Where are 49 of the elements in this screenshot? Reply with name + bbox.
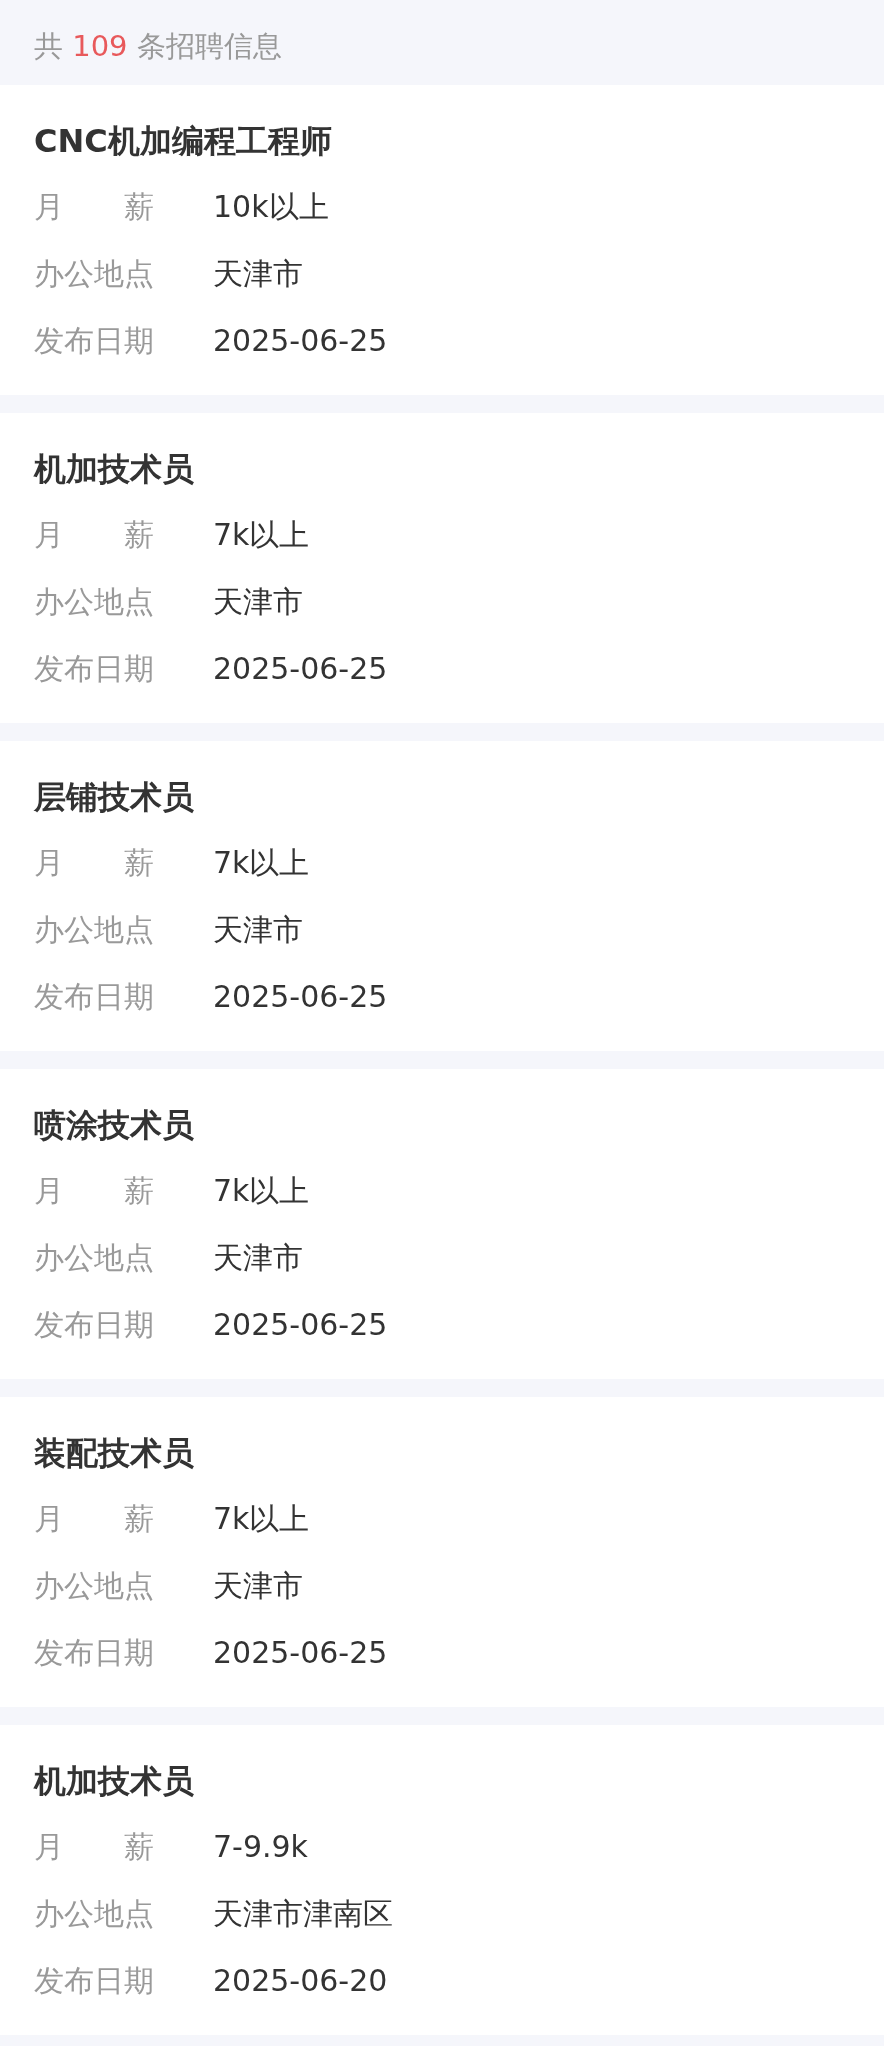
job-card[interactable]: 装配技术员 月 薪 7k以上 办公地点 天津市 发布日期 2025-06-25	[0, 1397, 884, 1707]
field-value: 天津市	[213, 911, 303, 949]
field-label: 发布日期	[34, 978, 155, 1016]
job-title: CNC机加编程工程师	[34, 121, 332, 161]
job-card[interactable]: 机加技术员 月 薪 7k以上 办公地点 天津市 发布日期 2025-06-25	[0, 413, 884, 723]
job-title: 层铺技术员	[34, 777, 194, 817]
field-value: 10k以上	[213, 188, 329, 226]
field-value: 2025-06-25	[213, 978, 388, 1016]
field-value: 天津市	[213, 583, 303, 621]
field-value: 7-9.9k	[213, 1828, 308, 1866]
field-label: 月 薪	[34, 1828, 155, 1866]
field-value: 7k以上	[213, 1172, 310, 1210]
field-value: 2025-06-25	[213, 1634, 388, 1672]
job-title: 机加技术员	[34, 449, 194, 489]
field-value: 天津市津南区	[213, 1895, 393, 1933]
job-card[interactable]: 层铺技术员 月 薪 7k以上 办公地点 天津市 发布日期 2025-06-25	[0, 741, 884, 1051]
field-value: 天津市	[213, 1239, 303, 1277]
field-value: 7k以上	[213, 1500, 310, 1538]
field-label: 月 薪	[34, 844, 155, 882]
field-label: 办公地点	[34, 911, 155, 949]
field-value: 2025-06-25	[213, 650, 388, 688]
field-label: 月 薪	[34, 516, 155, 554]
field-label: 办公地点	[34, 255, 155, 293]
field-value: 天津市	[213, 1567, 303, 1605]
field-value: 7k以上	[213, 844, 310, 882]
field-value: 天津市	[213, 255, 303, 293]
field-label: 月 薪	[34, 1172, 155, 1210]
result-count-text: 共 109 条招聘信息	[34, 27, 282, 65]
field-label: 办公地点	[34, 1895, 155, 1933]
job-card[interactable]: 机加技术员 月 薪 7-9.9k 办公地点 天津市津南区 发布日期 2025-06-20	[0, 1725, 884, 2035]
field-value: 7k以上	[213, 516, 310, 554]
field-label: 办公地点	[34, 1567, 155, 1605]
job-card[interactable]: 喷涂技术员 月 薪 7k以上 办公地点 天津市 发布日期 2025-06-25	[0, 1069, 884, 1379]
field-label: 办公地点	[34, 1239, 155, 1277]
field-label: 发布日期	[34, 322, 155, 360]
field-value: 2025-06-20	[213, 1962, 388, 2000]
field-value: 2025-06-25	[213, 1306, 388, 1344]
field-label: 发布日期	[34, 1634, 155, 1672]
field-label: 发布日期	[34, 650, 155, 688]
field-value: 2025-06-25	[213, 322, 388, 360]
job-card[interactable]: CNC机加编程工程师 月 薪 10k以上 办公地点 天津市 发布日期 2025-06-25	[0, 85, 884, 395]
field-label: 月 薪	[34, 188, 155, 226]
field-label: 发布日期	[34, 1962, 155, 2000]
field-label: 办公地点	[34, 583, 155, 621]
job-title: 装配技术员	[34, 1433, 194, 1473]
job-title: 机加技术员	[34, 1761, 194, 1801]
job-title: 喷涂技术员	[34, 1105, 194, 1145]
field-label: 发布日期	[34, 1306, 155, 1344]
field-label: 月 薪	[34, 1500, 155, 1538]
